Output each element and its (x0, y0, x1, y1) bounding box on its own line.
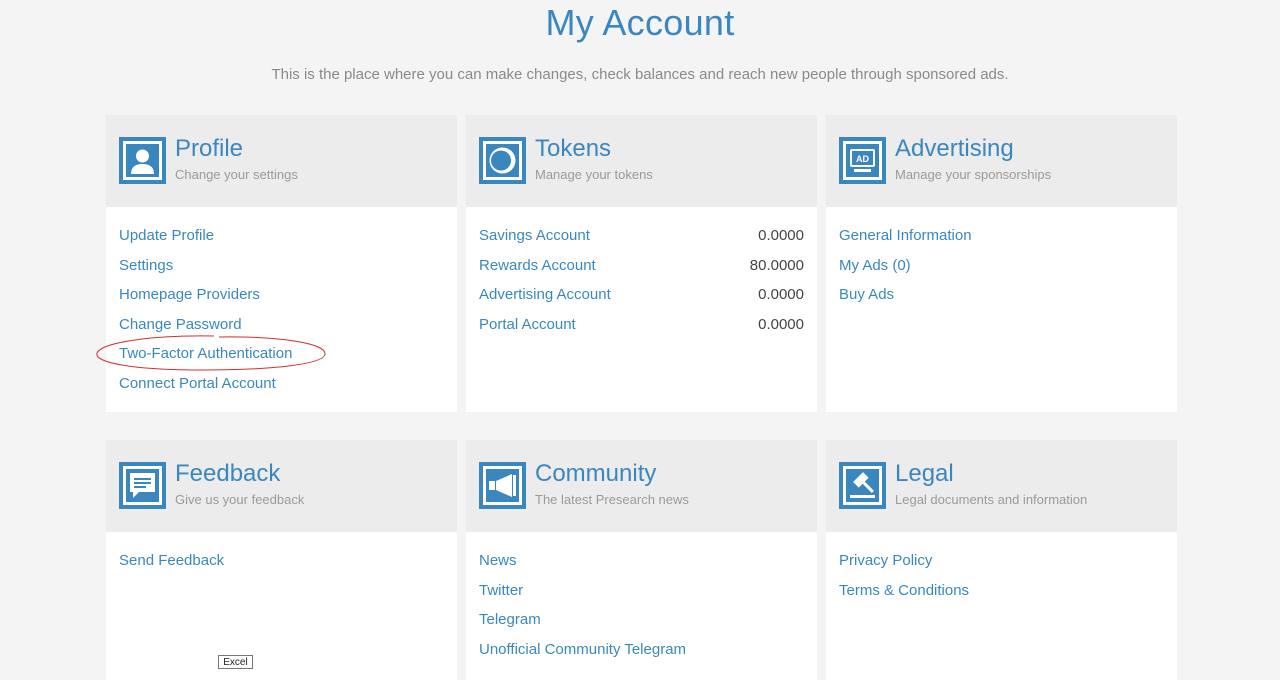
community-card: Community The latest Presearch news News… (466, 440, 817, 680)
token-coin-icon (479, 137, 526, 184)
user-profile-icon (119, 137, 166, 184)
advertising-account-row: Advertising Account 0.0000 (479, 284, 804, 314)
news-link[interactable]: News (479, 550, 804, 580)
megaphone-icon (479, 462, 526, 509)
profile-card-header: Profile Change your settings (106, 115, 457, 207)
advertising-title: Advertising (895, 135, 1014, 162)
community-subtitle: The latest Presearch news (535, 492, 689, 507)
profile-links: Update Profile Settings Homepage Provide… (106, 207, 457, 403)
send-feedback-link[interactable]: Send Feedback (119, 550, 444, 580)
advertising-account-link[interactable]: Advertising Account (479, 286, 611, 303)
rewards-account-link[interactable]: Rewards Account (479, 257, 596, 274)
legal-links: Privacy Policy Terms & Conditions (826, 532, 1177, 609)
feedback-card-header: Feedback Give us your feedback (106, 440, 457, 532)
settings-link[interactable]: Settings (119, 255, 444, 285)
two-factor-authentication-link[interactable]: Two-Factor Authentication (119, 343, 444, 373)
page-title: My Account (545, 2, 735, 43)
telegram-link[interactable]: Telegram (479, 609, 804, 639)
tokens-title: Tokens (535, 135, 612, 162)
community-title: Community (535, 460, 657, 487)
advertising-subtitle: Manage your sponsorships (895, 167, 1052, 182)
profile-subtitle: Change your settings (175, 167, 298, 182)
rewards-account-row: Rewards Account 80.0000 (479, 255, 804, 285)
feedback-subtitle: Give us your feedback (175, 492, 305, 507)
change-password-link[interactable]: Change Password (119, 314, 444, 344)
savings-account-balance: 0.0000 (758, 227, 804, 244)
update-profile-link[interactable]: Update Profile (119, 225, 444, 255)
community-links: News Twitter Telegram Unofficial Communi… (466, 532, 817, 668)
unofficial-community-telegram-link[interactable]: Unofficial Community Telegram (479, 639, 804, 669)
feedback-links: Send Feedback (106, 532, 457, 580)
svg-text:AD: AD (856, 154, 869, 164)
tokens-card: Tokens Manage your tokens Savings Accoun… (466, 115, 817, 412)
buy-ads-link[interactable]: Buy Ads (839, 284, 1164, 314)
advertising-account-balance: 0.0000 (758, 286, 804, 304)
gavel-icon (839, 462, 886, 509)
tokens-balances: Savings Account 0.0000 Rewards Account 8… (466, 207, 817, 343)
general-information-link[interactable]: General Information (839, 225, 1164, 255)
savings-account-link[interactable]: Savings Account (479, 227, 590, 244)
legal-title: Legal (895, 460, 954, 487)
terms-conditions-link[interactable]: Terms & Conditions (839, 580, 1164, 610)
rewards-account-balance: 80.0000 (749, 256, 804, 274)
ad-monitor-icon: AD (839, 137, 886, 184)
portal-account-balance: 0.0000 (758, 315, 804, 333)
portal-account-row: Portal Account 0.0000 (479, 314, 804, 344)
savings-account-row: Savings Account 0.0000 (479, 225, 804, 255)
tokens-subtitle: Manage your tokens (535, 167, 653, 182)
tokens-card-header: Tokens Manage your tokens (466, 115, 817, 207)
profile-title: Profile (175, 135, 244, 162)
privacy-policy-link[interactable]: Privacy Policy (839, 550, 1164, 580)
my-ads-link[interactable]: My Ads (0) (839, 255, 1164, 285)
legal-card: Legal Legal documents and information Pr… (826, 440, 1177, 680)
profile-card: Profile Change your settings Update Prof… (106, 115, 457, 412)
legal-card-header: Legal Legal documents and information (826, 440, 1177, 532)
advertising-card-header: AD Advertising Manage your sponsorships (826, 115, 1177, 207)
speech-bubble-icon (119, 462, 166, 509)
feedback-title: Feedback (175, 460, 281, 487)
advertising-links: General Information My Ads (0) Buy Ads (826, 207, 1177, 314)
community-card-header: Community The latest Presearch news (466, 440, 817, 532)
advertising-card: AD Advertising Manage your sponsorships … (826, 115, 1177, 412)
homepage-providers-link[interactable]: Homepage Providers (119, 284, 444, 314)
feedback-card: Feedback Give us your feedback Send Feed… (106, 440, 457, 680)
page-subtitle: This is the place where you can make cha… (271, 66, 1009, 83)
connect-portal-account-link[interactable]: Connect Portal Account (119, 373, 444, 403)
portal-account-link[interactable]: Portal Account (479, 316, 576, 333)
twitter-link[interactable]: Twitter (479, 580, 804, 610)
legal-subtitle: Legal documents and information (895, 492, 1088, 507)
